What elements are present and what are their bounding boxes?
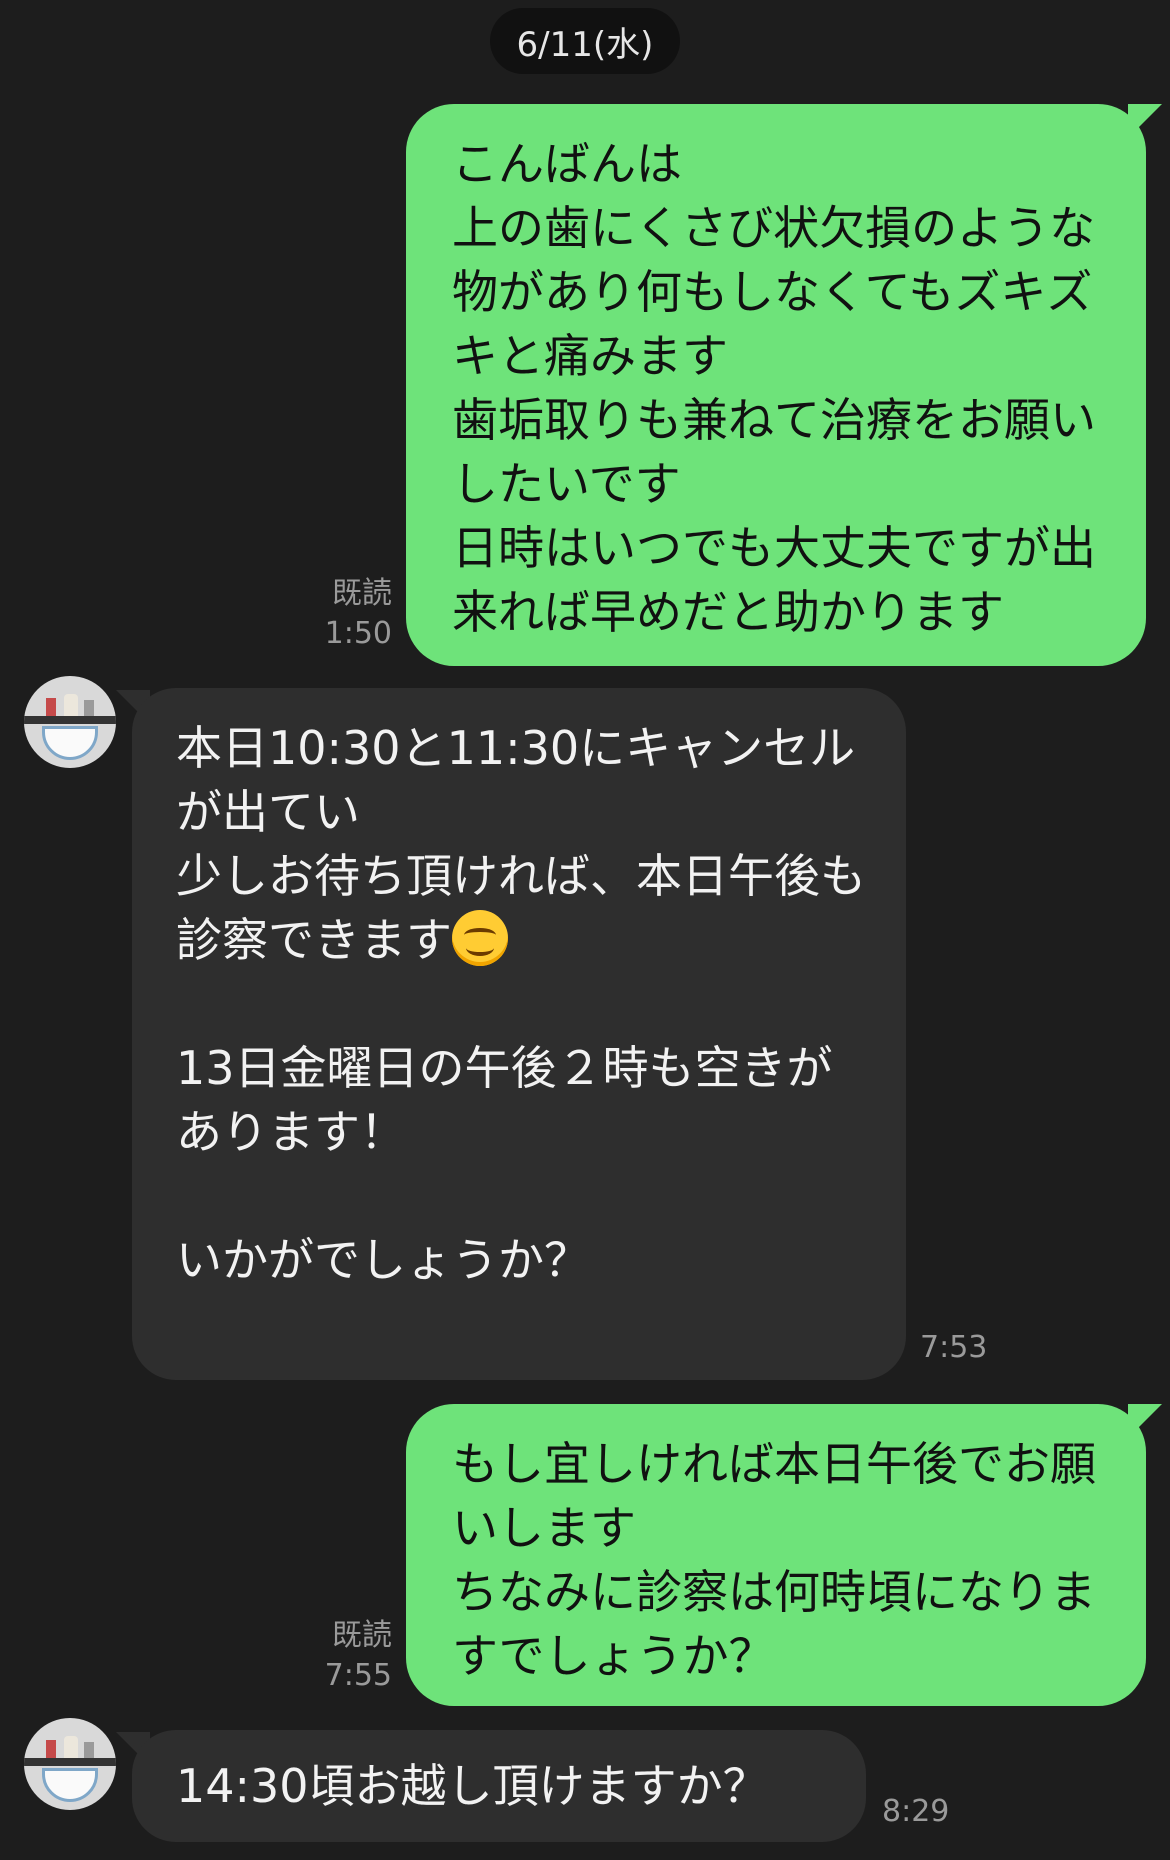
outgoing-message-bubble[interactable]: もし宜しければ本日午後でお願いします ちなみに診察は何時頃になりますでしょうか？ [406, 1404, 1146, 1706]
bubble-tail [1128, 104, 1162, 138]
message-text: 本日10:30と11:30にキャンセルが出てい 少しお待ち頂ければ、本日午後も診… [176, 721, 866, 967]
message-read-status: 既読 [332, 1618, 392, 1653]
bubble-tail [1128, 1404, 1162, 1438]
incoming-message-bubble[interactable]: 本日10:30と11:30にキャンセルが出てい 少しお待ち頂ければ、本日午後も診… [132, 688, 906, 1380]
date-separator: 6/11(水) [490, 8, 680, 74]
message-text: 13日金曜日の午後２時も空きがあります！ いかがでしょうか？ [176, 1041, 833, 1287]
message-timestamp: 8:29 [882, 1794, 950, 1829]
message-timestamp: 7:55 [324, 1658, 392, 1693]
outgoing-message-bubble[interactable]: こんばんは 上の歯にくさび状欠損のような物があり何もしなくてもズキズキと痛みます… [406, 104, 1146, 666]
smiling-face-emoji [452, 910, 508, 966]
incoming-message-bubble[interactable]: 14:30頃お越し頂けますか？ [132, 1730, 866, 1842]
message-timestamp: 7:53 [920, 1330, 988, 1365]
contact-avatar[interactable] [24, 1718, 116, 1810]
message-read-status: 既読 [332, 576, 392, 611]
message-timestamp: 1:50 [324, 616, 392, 651]
contact-avatar[interactable] [24, 676, 116, 768]
